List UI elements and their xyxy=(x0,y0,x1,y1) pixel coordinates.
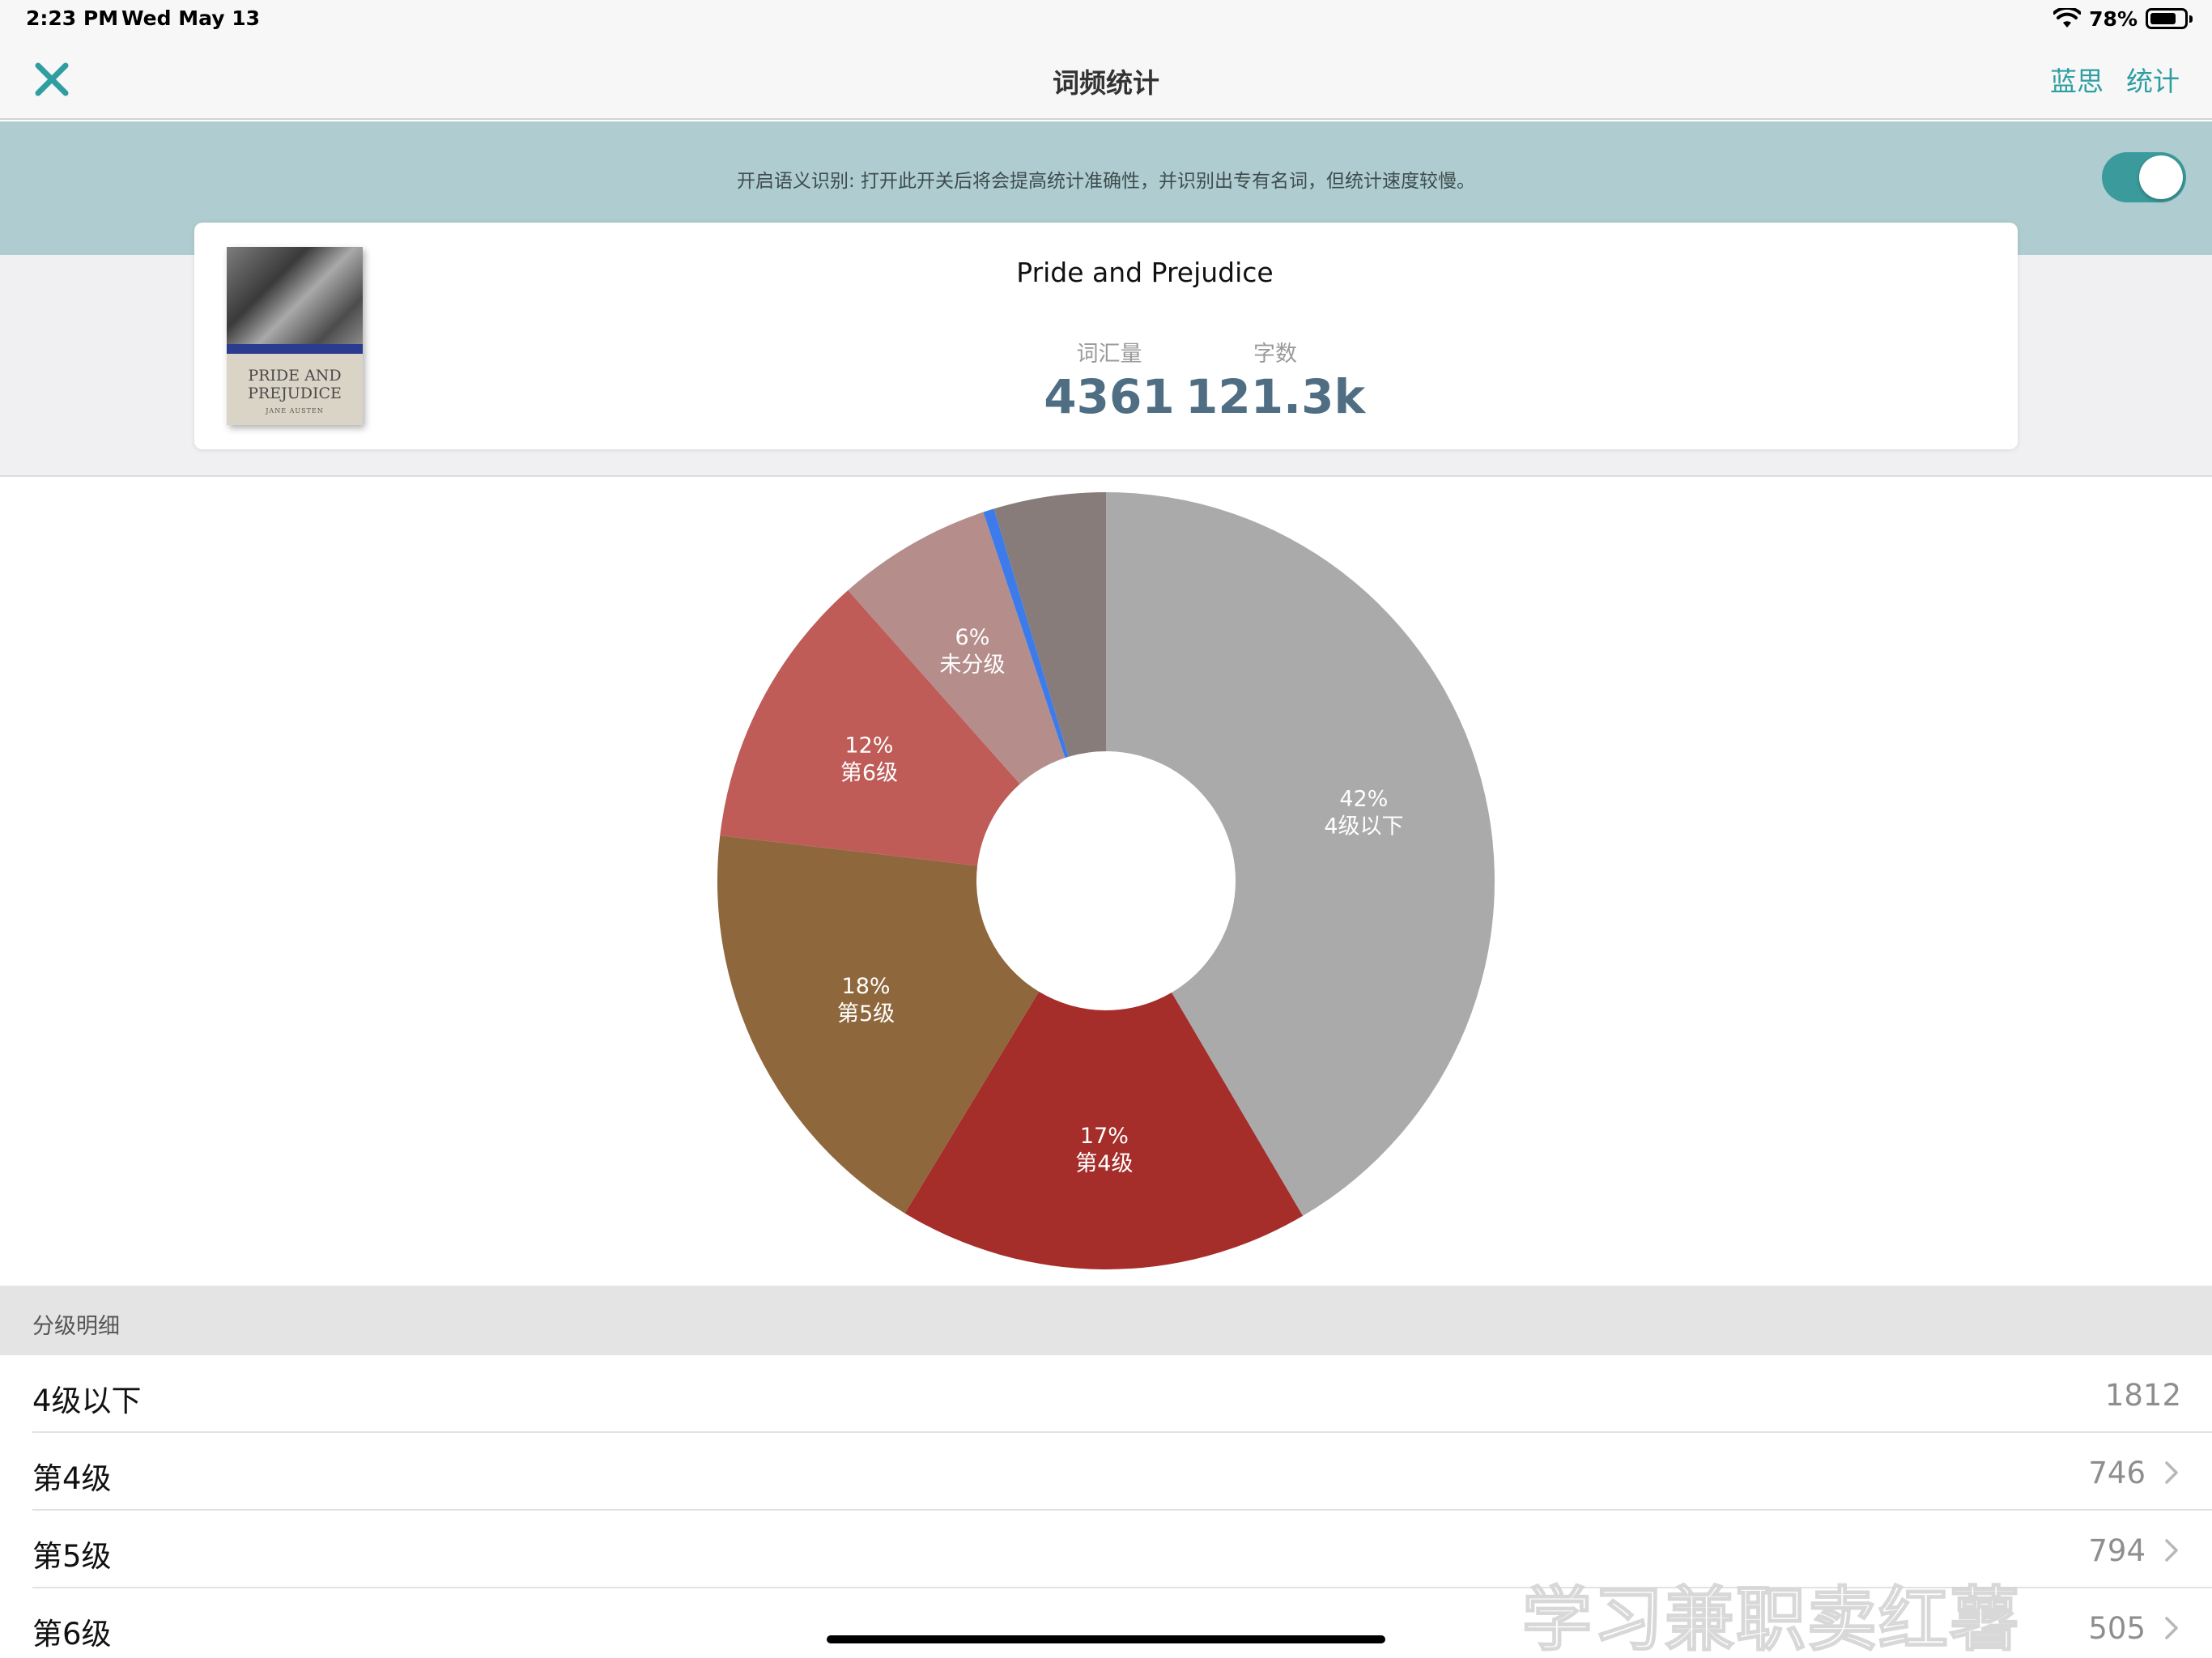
chevron-right-icon xyxy=(2165,1461,2178,1484)
level-name: 第4级 xyxy=(32,1461,112,1496)
level-name: 第5级 xyxy=(32,1539,112,1574)
cover-author: JANE AUSTEN xyxy=(266,407,324,414)
battery-icon xyxy=(2146,8,2193,29)
watermark: 学习兼职卖红薯 xyxy=(1521,1579,2021,1658)
banner-text: 开启语义识别: 打开此开关后将会提高统计准确性，并识别出专有名词，但统计速度较慢… xyxy=(736,171,1476,192)
level-count: 746 xyxy=(2088,1456,2146,1490)
slice-name-label: 未分级 xyxy=(939,653,1005,678)
vocab-value: 4361 xyxy=(1044,369,1175,424)
book-title: Pride and Prejudice xyxy=(1016,257,1274,288)
semantic-recognition-toggle[interactable] xyxy=(2102,152,2186,202)
level-row[interactable]: 第4级 746 xyxy=(0,1433,2212,1511)
battery-percent: 78% xyxy=(2089,6,2138,31)
level-name: 第6级 xyxy=(32,1617,112,1652)
level-name: 4级以下 xyxy=(32,1384,142,1418)
level-distribution-chart: 42% 4级以下 17%第4级 18%第5级 12%第6级 6% 未分级 xyxy=(717,492,1495,1269)
slice-name-label: 第6级 xyxy=(840,760,898,785)
slice-name-label: 第4级 xyxy=(1075,1151,1133,1176)
slice-percent-label: 17% xyxy=(1080,1124,1129,1149)
word-count-stat: 字数 121.3k xyxy=(1182,336,1368,424)
stats-button[interactable]: 统计 xyxy=(2126,60,2180,99)
section-header: 分级明细 xyxy=(0,1286,2212,1355)
level-row[interactable]: 4级以下 1812 xyxy=(0,1355,2212,1433)
chevron-right-icon xyxy=(2165,1617,2178,1639)
lexile-button[interactable]: 蓝思 xyxy=(2050,60,2104,99)
home-indicator[interactable] xyxy=(827,1635,1385,1643)
word-count-value: 121.3k xyxy=(1185,369,1366,424)
slice-percent-label: 42% xyxy=(1339,786,1388,811)
slice-name-label: 4级以下 xyxy=(1324,814,1403,839)
vocab-label: 词汇量 xyxy=(1076,342,1142,367)
slice-percent-label: 6% xyxy=(955,625,990,650)
level-count: 505 xyxy=(2088,1611,2146,1646)
status-bar: 2:23 PM Wed May 13 78% xyxy=(0,0,2212,39)
cover-title: PRIDE AND PREJUDICE xyxy=(248,367,342,402)
slice-percent-label: 12% xyxy=(844,733,893,758)
nav-actions: 蓝思 统计 xyxy=(2050,60,2180,99)
status-time: 2:23 PM xyxy=(26,6,119,30)
level-count: 1812 xyxy=(2104,1378,2181,1413)
vocab-stat: 词汇量 4361 xyxy=(1028,336,1190,424)
status-date: Wed May 13 xyxy=(121,6,261,30)
page-title: 词频统计 xyxy=(1053,67,1159,99)
section-header-label: 分级明细 xyxy=(32,1314,120,1339)
navigation-bar: 词频统计 蓝思 统计 xyxy=(0,39,2212,120)
slice-name-label: 第5级 xyxy=(837,1001,895,1027)
battery-fill xyxy=(2150,13,2176,24)
slice-percent-label: 18% xyxy=(842,974,891,999)
status-indicators: 78% xyxy=(2053,5,2193,32)
book-card: PRIDE AND PREJUDICE JANE AUSTEN Pride an… xyxy=(194,223,2018,449)
level-count: 794 xyxy=(2088,1533,2146,1568)
cover-band xyxy=(227,344,363,354)
wifi-icon xyxy=(2053,8,2082,28)
toggle-knob xyxy=(2139,155,2183,199)
word-count-label: 字数 xyxy=(1253,342,1297,367)
chevron-right-icon xyxy=(2165,1539,2178,1562)
